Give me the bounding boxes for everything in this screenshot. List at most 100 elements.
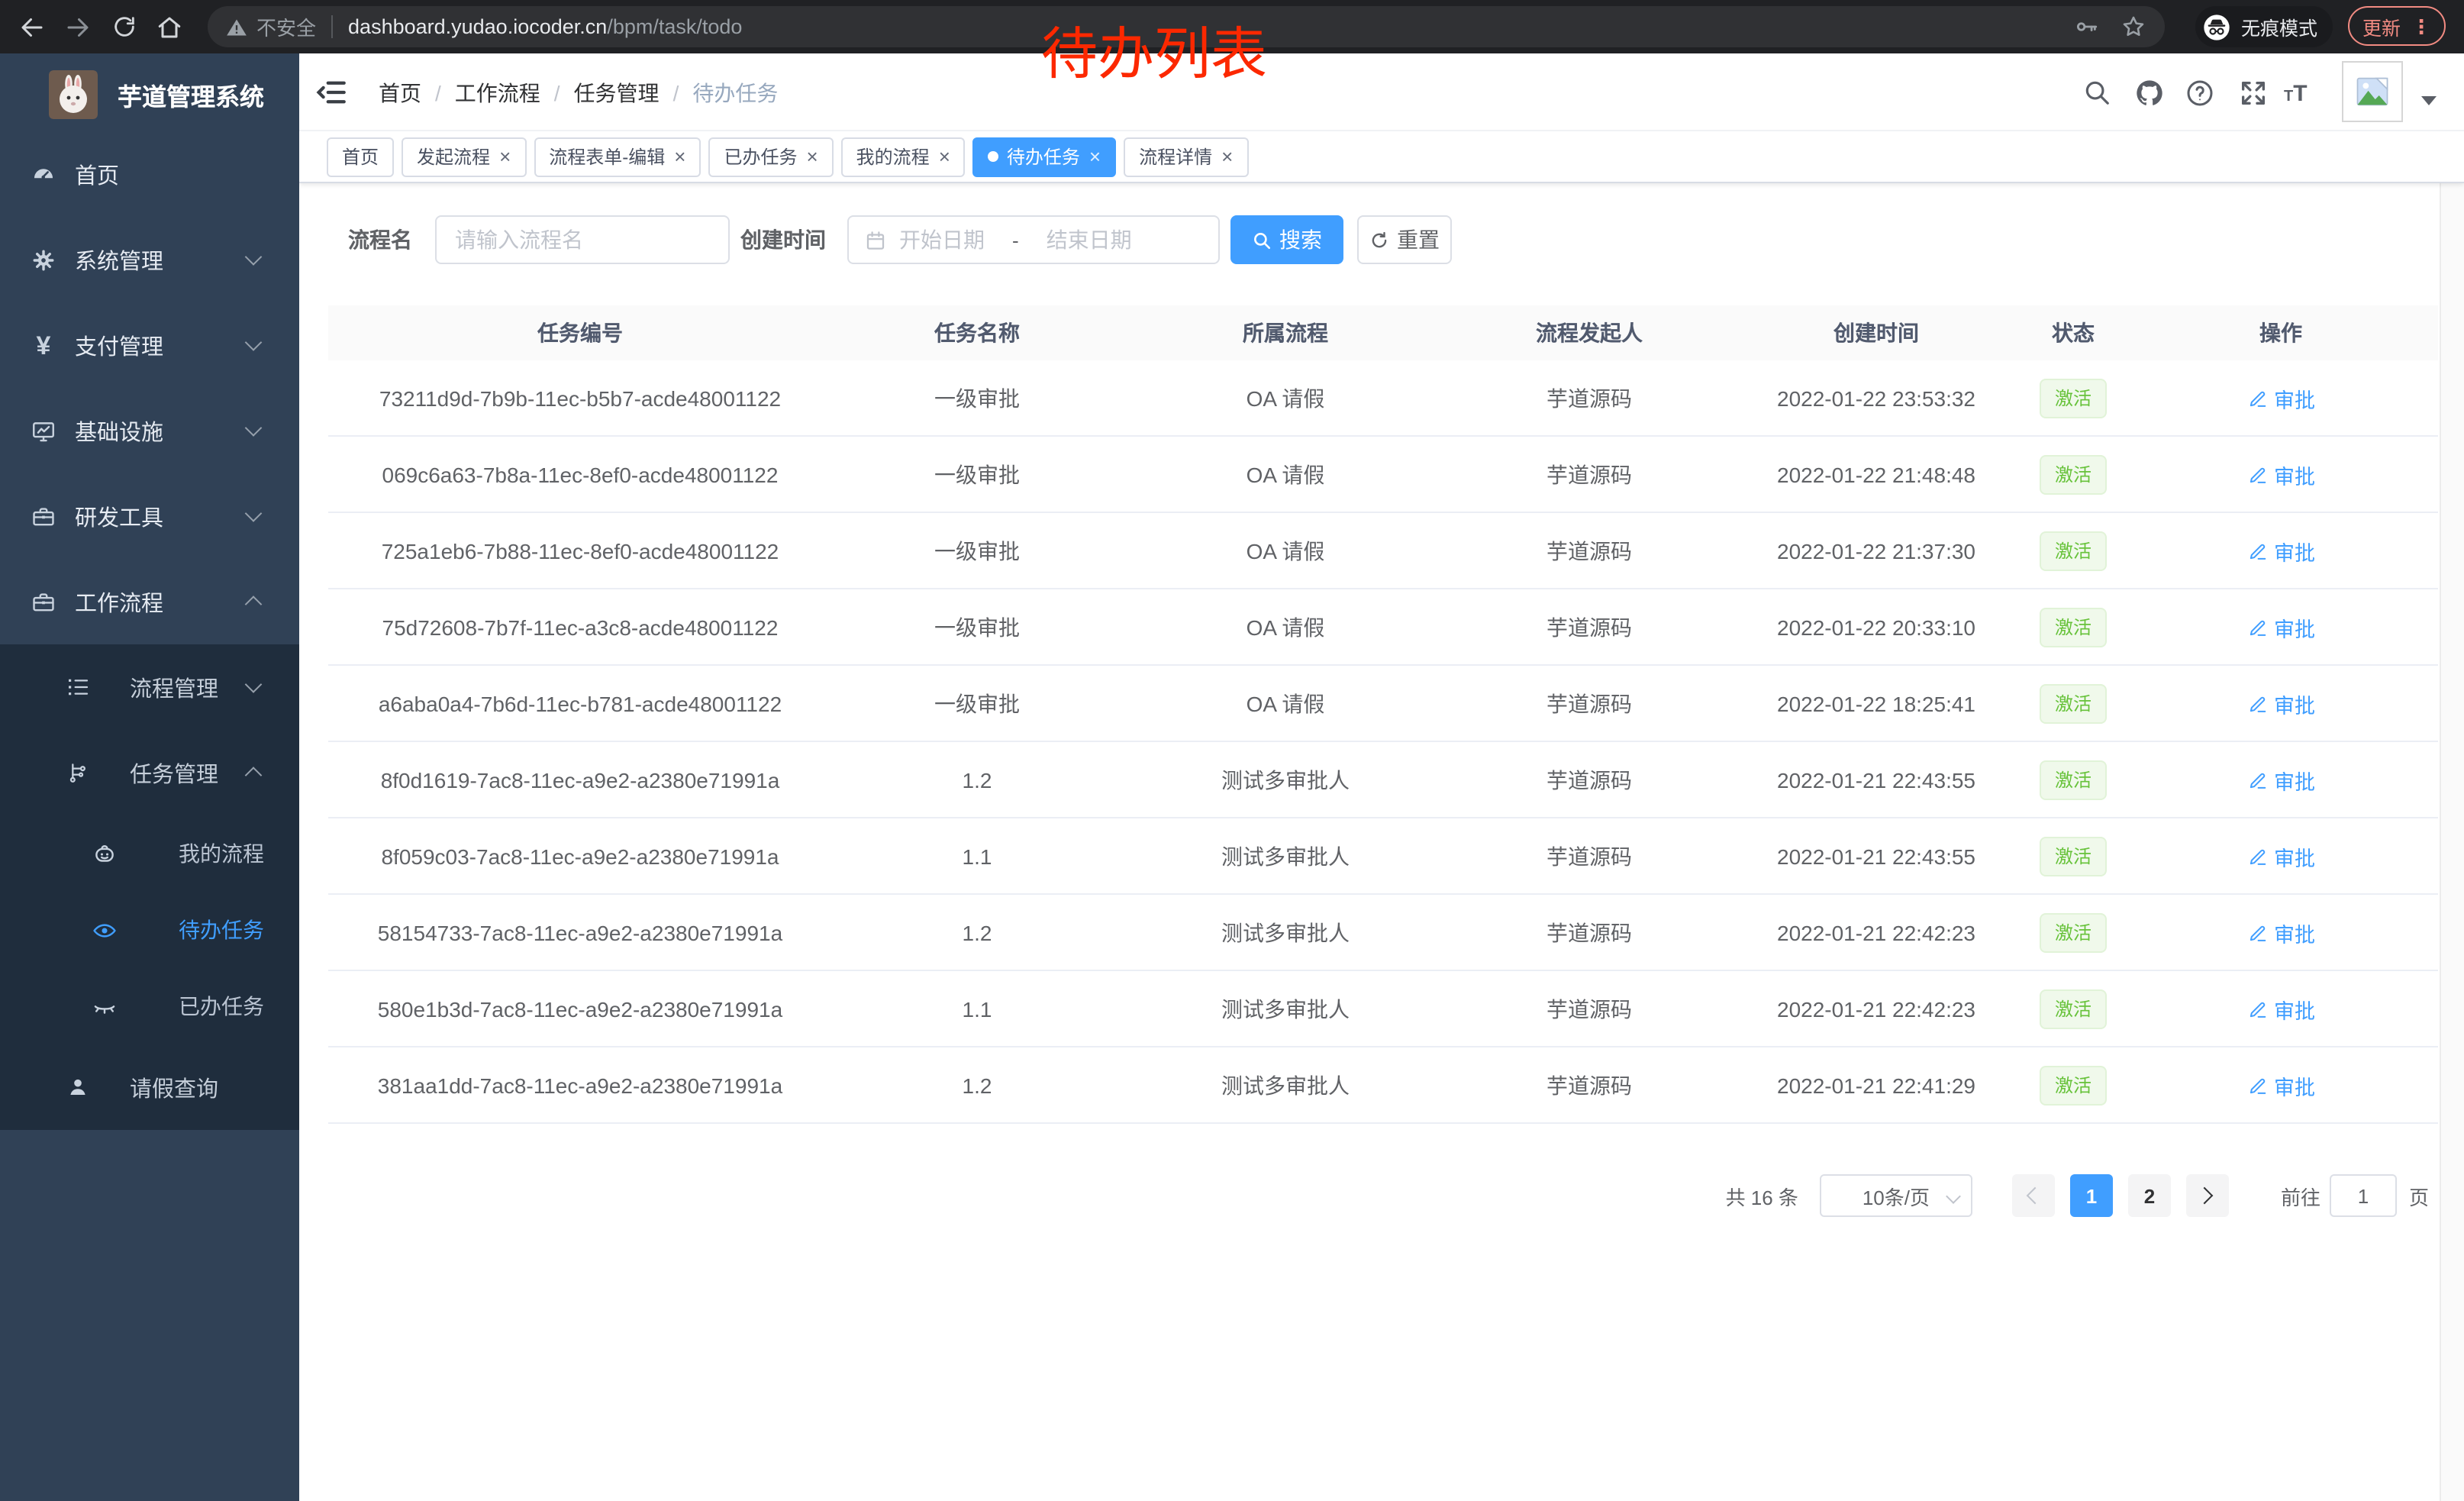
password-key-icon[interactable] [2073, 14, 2099, 40]
status-badge: 激活 [2040, 607, 2107, 647]
status-cell: 激活 [2023, 760, 2124, 799]
sidebar-item-process-mgmt[interactable]: 流程管理 [0, 644, 299, 730]
tab-form-edit[interactable]: 流程表单-编辑× [534, 137, 701, 176]
browser-home-icon[interactable] [153, 10, 186, 44]
search-icon[interactable] [2079, 76, 2113, 109]
browser-update-button[interactable]: 更新 ⋮ [2348, 6, 2446, 46]
approve-link[interactable]: 审批 [2246, 1070, 2315, 1100]
close-icon[interactable]: × [499, 147, 511, 166]
sidebar-item-system[interactable]: 系统管理 [0, 217, 299, 302]
sidebar-item-payment[interactable]: ¥支付管理 [0, 302, 299, 388]
approve-link[interactable]: 审批 [2246, 764, 2315, 795]
breadcrumb-item[interactable]: 任务管理 [574, 77, 660, 108]
sidebar-item-todo-task[interactable]: 待办任务 [0, 892, 299, 968]
help-icon[interactable] [2183, 76, 2217, 109]
table-cell: 75d72608-7b7f-11ec-a3c8-acde48001122 [328, 615, 832, 639]
user-avatar[interactable] [2342, 61, 2403, 122]
sidebar-item-infrastructure[interactable]: 基础设施 [0, 388, 299, 473]
avatar-dropdown-caret-icon[interactable] [2421, 96, 2437, 105]
prev-page-button[interactable] [2012, 1174, 2055, 1217]
approve-link[interactable]: 审批 [2246, 535, 2315, 566]
tab-my-process[interactable]: 我的流程× [841, 137, 966, 176]
status-cell: 激活 [2023, 1065, 2124, 1105]
approve-link[interactable]: 审批 [2246, 459, 2315, 489]
column-header: 操作 [2124, 318, 2438, 348]
table-row: 580e1b3d-7ac8-11ec-a9e2-a2380e71991a1.1测… [328, 971, 2438, 1047]
sidebar-item-task-mgmt[interactable]: 任务管理 [0, 730, 299, 815]
table-cell: 一级审批 [832, 383, 1122, 413]
breadcrumb-separator: / [673, 80, 679, 105]
close-icon[interactable]: × [939, 147, 950, 166]
approve-link[interactable]: 审批 [2246, 917, 2315, 947]
chevron-down-icon [245, 676, 263, 693]
action-cell: 审批 [2124, 1070, 2438, 1100]
goto-page-input[interactable] [2330, 1174, 2397, 1217]
approve-link[interactable]: 审批 [2246, 993, 2315, 1024]
sidebar-item-leave-query[interactable]: 请假查询 [0, 1044, 299, 1130]
tab-done-task[interactable]: 已办任务× [708, 137, 833, 176]
create-time-range-picker[interactable]: 开始日期 - 结束日期 [847, 215, 1220, 264]
search-button[interactable]: 搜索 [1230, 215, 1343, 264]
approve-link[interactable]: 审批 [2246, 688, 2315, 718]
sidebar-item-dev-tools[interactable]: 研发工具 [0, 473, 299, 559]
process-name-input[interactable] [435, 215, 730, 264]
next-page-button[interactable] [2186, 1174, 2229, 1217]
pen-icon [2246, 692, 2268, 714]
chevron-up-icon [245, 767, 263, 784]
table-cell: OA 请假 [1122, 459, 1449, 489]
font-size-icon[interactable]: TT [2284, 81, 2317, 115]
browser-back-icon[interactable] [15, 10, 49, 44]
sidebar-item-workflow[interactable]: 工作流程 [0, 559, 299, 644]
reset-button[interactable]: 重置 [1357, 215, 1452, 264]
status-badge: 激活 [2040, 378, 2107, 418]
pagination: 共 16 条 10条/页 12 前往 页 [1726, 1174, 2429, 1217]
browser-menu-icon[interactable]: ⋮ [2411, 16, 2431, 36]
approve-link[interactable]: 审批 [2246, 612, 2315, 642]
chevron-up-icon [245, 596, 263, 613]
table-cell: 2022-01-22 21:37:30 [1730, 538, 2023, 563]
tag-tabs-bar: 首页发起流程×流程表单-编辑×已办任务×我的流程×待办任务×流程详情× [299, 131, 2464, 183]
top-header: 首页/工作流程/任务管理/待办任务 TT [299, 53, 2464, 131]
table-cell: 测试多审批人 [1122, 993, 1449, 1024]
tab-home[interactable]: 首页 [327, 137, 394, 176]
page-button-2[interactable]: 2 [2128, 1174, 2171, 1217]
sidebar-item-home[interactable]: 首页 [0, 131, 299, 217]
logo-rabbit-avatar [49, 70, 98, 119]
status-cell: 激活 [2023, 989, 2124, 1028]
close-icon[interactable]: × [1221, 147, 1233, 166]
tab-todo-task[interactable]: 待办任务× [973, 137, 1116, 176]
table-cell: 381aa1dd-7ac8-11ec-a9e2-a2380e71991a [328, 1073, 832, 1097]
table-cell: 1.1 [832, 996, 1122, 1021]
sidebar-collapse-icon[interactable] [316, 76, 348, 108]
close-icon[interactable]: × [806, 147, 818, 166]
action-cell: 审批 [2124, 764, 2438, 795]
approve-link[interactable]: 审批 [2246, 383, 2315, 413]
action-cell: 审批 [2124, 612, 2438, 642]
close-icon[interactable]: × [674, 147, 685, 166]
table-cell: 芋道源码 [1449, 764, 1730, 795]
flow-icon [64, 760, 90, 786]
pagination-total: 共 16 条 [1726, 1181, 1798, 1210]
page-size-select[interactable]: 10条/页 [1820, 1174, 1972, 1217]
table-cell: 725a1eb6-7b88-11ec-8ef0-acde48001122 [328, 538, 832, 563]
tab-start-process[interactable]: 发起流程× [402, 137, 526, 176]
app-logo[interactable]: 芋道管理系统 [0, 66, 264, 124]
close-icon[interactable]: × [1089, 147, 1101, 166]
fullscreen-icon[interactable] [2237, 76, 2270, 109]
sidebar-item-my-process[interactable]: 我的流程 [0, 815, 299, 892]
sidebar-item-done-task[interactable]: 已办任务 [0, 968, 299, 1044]
breadcrumb-item[interactable]: 首页 [379, 77, 421, 108]
browser-reload-icon[interactable] [107, 10, 140, 44]
scrollbar-track[interactable] [2440, 53, 2464, 1501]
bookmark-star-icon[interactable] [2121, 14, 2146, 40]
approve-link[interactable]: 审批 [2246, 841, 2315, 871]
pen-icon [2246, 998, 2268, 1019]
breadcrumb-item[interactable]: 工作流程 [455, 77, 540, 108]
tab-process-detail[interactable]: 流程详情× [1124, 137, 1248, 176]
page-button-1[interactable]: 1 [2070, 1174, 2113, 1217]
table-cell: 测试多审批人 [1122, 917, 1449, 947]
github-icon[interactable] [2133, 76, 2166, 109]
browser-forward-icon[interactable] [61, 10, 95, 44]
status-badge: 激活 [2040, 760, 2107, 799]
status-badge: 激活 [2040, 989, 2107, 1028]
